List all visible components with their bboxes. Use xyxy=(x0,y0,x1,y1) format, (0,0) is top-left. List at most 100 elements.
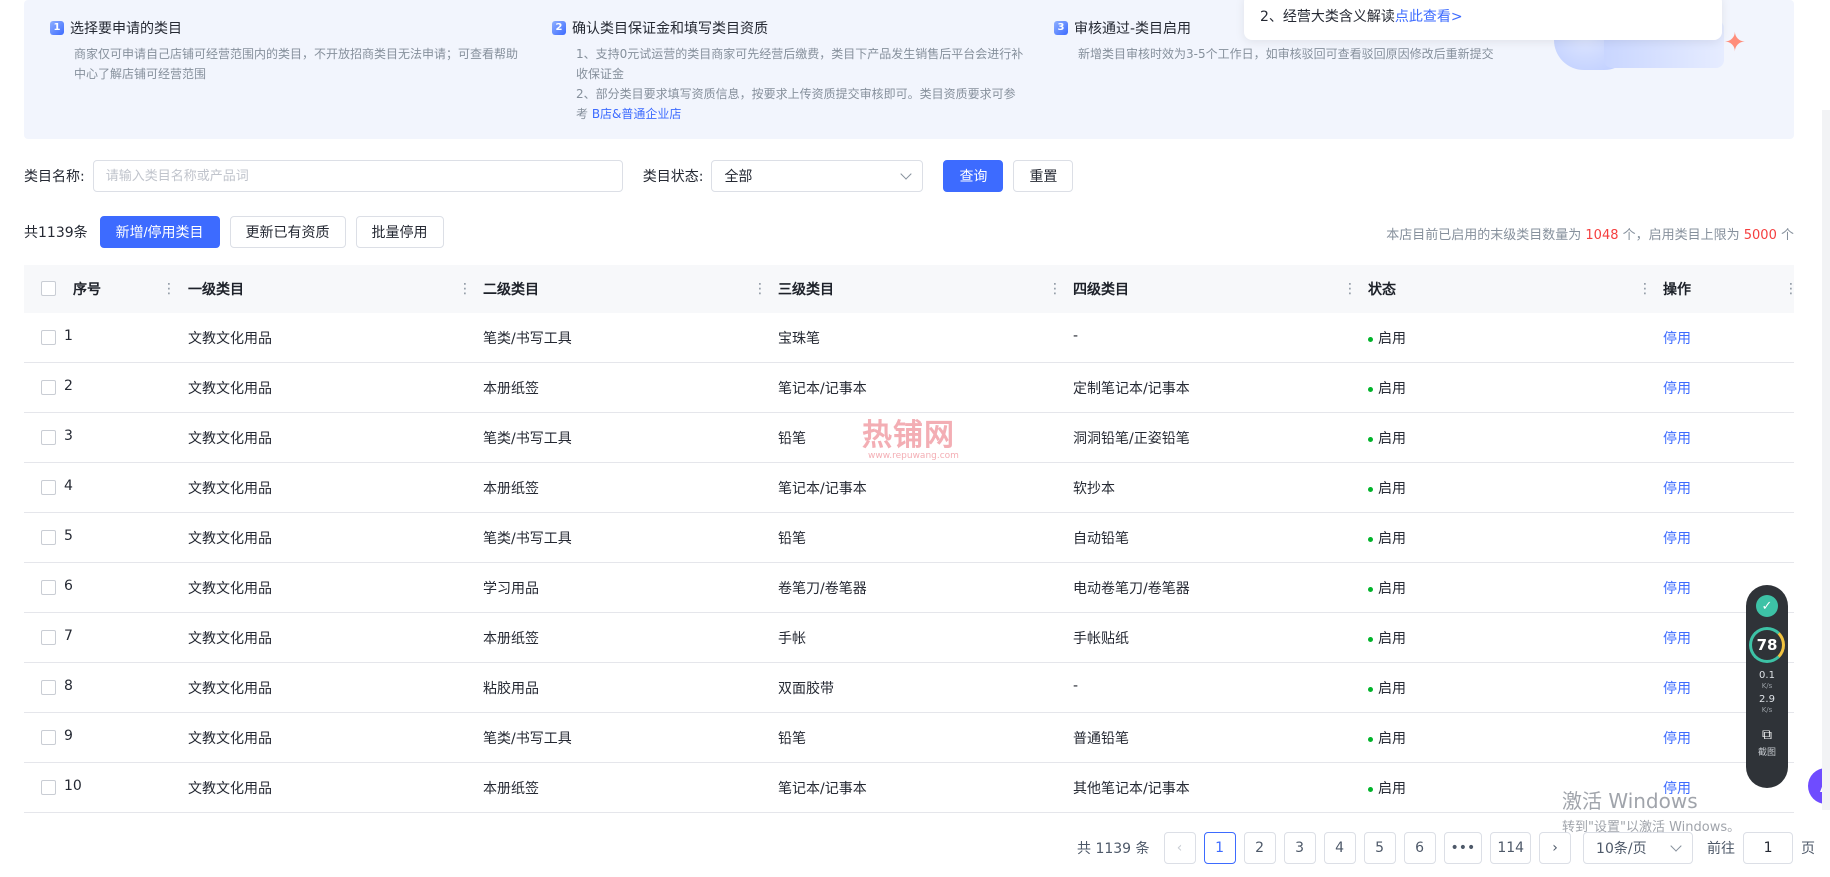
row-level3: 笔记本/记事本 xyxy=(778,381,867,397)
screenshot-icon[interactable]: ⧉ xyxy=(1762,727,1772,743)
row-level4: 定制笔记本/记事本 xyxy=(1073,381,1190,397)
column-menu-icon[interactable]: ⋮ xyxy=(458,282,472,296)
category-name-input[interactable] xyxy=(92,160,623,192)
status-dot-icon xyxy=(1368,536,1373,542)
row-level3: 铅笔 xyxy=(778,731,806,747)
reset-button[interactable]: 重置 xyxy=(1013,160,1074,192)
row-level2: 本册纸签 xyxy=(483,631,539,647)
batch-disable-button[interactable]: 批量停用 xyxy=(355,216,444,248)
step-2: 2 确认类目保证金和填写类目资质 1、支持0元试运营的类目商家可先经营后缴费，类目… xyxy=(552,18,1023,124)
chevron-left-icon: ‹ xyxy=(1176,840,1183,856)
page-numbers: 1 2 3 4 5 6 ••• 114 xyxy=(1203,832,1532,864)
page-button[interactable]: 4 xyxy=(1323,832,1356,864)
disable-link[interactable]: 停用 xyxy=(1663,528,1691,548)
disable-link[interactable]: 停用 xyxy=(1663,678,1691,698)
status-select[interactable]: 全部 xyxy=(711,160,924,192)
more-pages-button[interactable]: ••• xyxy=(1443,832,1483,864)
status-dot-icon xyxy=(1368,436,1373,442)
row-level1: 文教文化用品 xyxy=(188,481,272,497)
row-status: 启用 xyxy=(1368,628,1406,648)
row-checkbox[interactable] xyxy=(41,780,56,795)
header-no: 序号 xyxy=(73,282,101,298)
row-level3: 铅笔 xyxy=(778,531,806,547)
table-row: 1 文教文化用品 笔类/书写工具 宝珠笔 - 启用 停用 xyxy=(24,313,1794,363)
row-checkbox[interactable] xyxy=(41,630,56,645)
row-no: 4 xyxy=(64,478,73,494)
page-button[interactable]: 1 xyxy=(1203,832,1236,864)
column-menu-icon[interactable]: ⋮ xyxy=(753,282,767,296)
query-button[interactable]: 查询 xyxy=(943,160,1004,192)
page-button[interactable]: 6 xyxy=(1403,832,1436,864)
chevron-right-icon: › xyxy=(1552,840,1558,856)
row-level2: 学习用品 xyxy=(483,581,539,597)
name-label: 类目名称: xyxy=(24,169,85,185)
page-button[interactable]: 3 xyxy=(1283,832,1316,864)
table-toolbar: 共1139条 新增/停用类目 更新已有资质 批量停用 xyxy=(24,216,444,248)
row-level1: 文教文化用品 xyxy=(188,631,272,647)
row-level2: 笔类/书写工具 xyxy=(483,531,572,547)
row-no: 7 xyxy=(64,628,73,644)
page-size-select[interactable]: 10条/页 xyxy=(1583,832,1694,864)
row-checkbox[interactable] xyxy=(41,530,56,545)
page-button[interactable]: 5 xyxy=(1363,832,1396,864)
row-checkbox[interactable] xyxy=(41,430,56,445)
column-menu-icon[interactable]: ⋮ xyxy=(1638,282,1652,296)
row-level4: 手帐贴纸 xyxy=(1073,631,1129,647)
system-monitor-widget[interactable]: ✓ 78 0.1 K/s 2.9 K/s ⧉ 截图 xyxy=(1746,585,1788,788)
step-number-icon: 1 xyxy=(50,21,64,35)
next-page-button[interactable]: › xyxy=(1539,832,1572,864)
pagination: 共 1139 条 ‹ 123456•••114 › 10条/页 前往 页 xyxy=(1077,832,1815,864)
column-menu-icon[interactable]: ⋮ xyxy=(1048,282,1062,296)
row-status: 启用 xyxy=(1368,428,1406,448)
row-checkbox[interactable] xyxy=(41,580,56,595)
column-menu-icon[interactable]: ⋮ xyxy=(1784,282,1798,296)
column-menu-icon[interactable]: ⋮ xyxy=(162,282,176,296)
disable-link[interactable]: 停用 xyxy=(1663,328,1691,348)
prev-page-button[interactable]: ‹ xyxy=(1163,832,1196,864)
update-qualification-button[interactable]: 更新已有资质 xyxy=(229,216,346,248)
total-count: 共1139条 xyxy=(24,225,88,241)
row-level2: 粘胶用品 xyxy=(483,681,539,697)
table-body: 1 文教文化用品 笔类/书写工具 宝珠笔 - 启用 停用 2 文教文化用品 本册纸签 笔记本/记事本… xyxy=(24,313,1794,813)
screenshot-label: 截图 xyxy=(1757,748,1776,758)
row-no: 3 xyxy=(64,428,73,444)
view-detail-link[interactable]: 点此查看> xyxy=(1395,9,1463,25)
row-checkbox[interactable] xyxy=(41,730,56,745)
column-menu-icon[interactable]: ⋮ xyxy=(1343,282,1357,296)
page-scrollbar[interactable] xyxy=(1822,110,1830,810)
disable-link[interactable]: 停用 xyxy=(1663,478,1691,498)
row-checkbox[interactable] xyxy=(41,380,56,395)
row-no: 1 xyxy=(64,328,73,344)
disable-link[interactable]: 停用 xyxy=(1663,728,1691,748)
page-button[interactable]: 2 xyxy=(1243,832,1276,864)
qualification-link[interactable]: B店&普通企业店 xyxy=(592,107,682,121)
category-quota-text: 本店目前已启用的末级类目数量为 1048 个，启用类目上限为 5000 个 xyxy=(1386,228,1794,243)
row-checkbox[interactable] xyxy=(41,480,56,495)
row-checkbox[interactable] xyxy=(41,330,56,345)
table-row: 7 文教文化用品 本册纸签 手帐 手帐贴纸 启用 停用 xyxy=(24,613,1794,663)
status-dot-icon xyxy=(1368,786,1373,792)
row-level2: 笔类/书写工具 xyxy=(483,431,572,447)
enabled-count: 1048 xyxy=(1585,228,1619,243)
select-all-checkbox[interactable] xyxy=(41,281,56,296)
disable-link[interactable]: 停用 xyxy=(1663,628,1691,648)
row-status: 启用 xyxy=(1368,778,1406,798)
row-status: 启用 xyxy=(1368,378,1406,398)
step-title: 审核通过-类目启用 xyxy=(1074,21,1192,37)
row-level3: 宝珠笔 xyxy=(778,331,820,347)
status-dot-icon xyxy=(1368,336,1373,342)
disable-link[interactable]: 停用 xyxy=(1663,578,1691,598)
watermark-logo: 热铺网 xyxy=(862,418,955,453)
disable-link[interactable]: 停用 xyxy=(1663,378,1691,398)
sparkle-icon: ✦ xyxy=(1724,28,1746,58)
upload-speed: 0.1 K/s xyxy=(1759,670,1775,691)
disable-link[interactable]: 停用 xyxy=(1663,428,1691,448)
goto-page-input[interactable] xyxy=(1743,832,1794,864)
row-level1: 文教文化用品 xyxy=(188,731,272,747)
add-category-button[interactable]: 新增/停用类目 xyxy=(99,216,220,248)
download-speed: 2.9 K/s xyxy=(1759,694,1775,715)
row-level2: 本册纸签 xyxy=(483,481,539,497)
page-button[interactable]: 114 xyxy=(1490,832,1532,864)
row-level4: 电动卷笔刀/卷笔器 xyxy=(1073,581,1190,597)
row-checkbox[interactable] xyxy=(41,680,56,695)
